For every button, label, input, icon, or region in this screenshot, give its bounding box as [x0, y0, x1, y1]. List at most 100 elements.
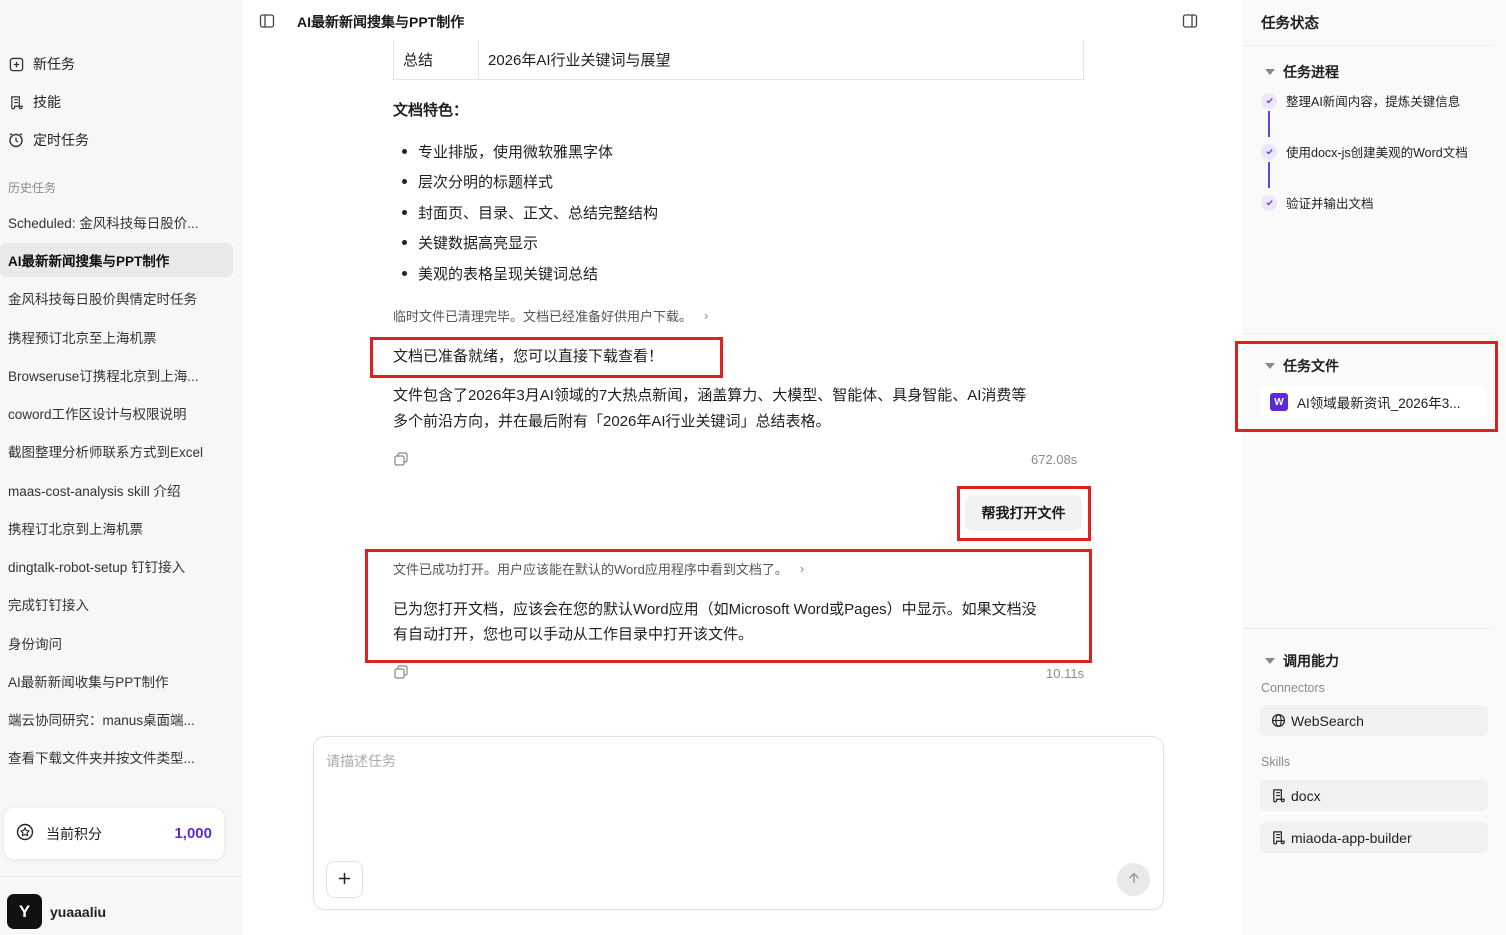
progress-step: 验证并输出文档 — [1261, 193, 1374, 212]
check-icon — [1261, 194, 1277, 211]
arrow-up-icon — [1127, 871, 1141, 888]
tool-output-text: 临时文件已清理完毕。文档已经准备好供用户下载。 — [393, 309, 693, 324]
description-line-1: 文件包含了2026年3月AI领域的7大热点新闻，涵盖算力、大模型、智能体、具身智… — [393, 387, 1027, 404]
scroll-icon — [1270, 830, 1286, 846]
plus-square-icon — [8, 56, 24, 72]
copy-icon[interactable] — [393, 664, 409, 680]
add-attachment-button[interactable] — [326, 861, 363, 898]
history-item[interactable]: AI最新新闻收集与PPT制作 — [0, 664, 233, 698]
task-input[interactable] — [326, 751, 1146, 851]
history-item-active[interactable]: AI最新新闻搜集与PPT制作 — [0, 243, 233, 277]
progress-step: 整理AI新闻内容，提炼关键信息 — [1261, 91, 1460, 110]
panel-title: 任务状态 — [1261, 16, 1319, 32]
features-heading: 文档特色： — [393, 102, 469, 119]
skill-docx[interactable]: docx — [1260, 780, 1488, 811]
points-card[interactable]: 当前积分 1,000 — [4, 808, 224, 859]
divider — [1243, 45, 1493, 46]
list-item: 封面页、目录、正文、总结完整结构 — [402, 197, 658, 228]
tool-output-1[interactable]: 临时文件已清理完毕。文档已经准备好供用户下载。 › — [393, 306, 708, 325]
history-item[interactable]: maas-cost-analysis skill 介绍 — [0, 473, 233, 507]
history-item[interactable]: 完成钉钉接入 — [0, 587, 233, 621]
chevron-down-icon — [1265, 658, 1275, 664]
connector-websearch[interactable]: WebSearch — [1260, 705, 1488, 736]
summary-table-row: 总结 2026年AI行业关键词与展望 — [393, 40, 1084, 80]
skills-label: Skills — [1261, 755, 1291, 769]
history-item[interactable]: Browseruse订携程北京到上海... — [0, 358, 233, 392]
history-item[interactable]: 查看下载文件夹并按文件类型... — [0, 740, 233, 774]
step-connector — [1268, 162, 1270, 188]
points-icon — [16, 823, 34, 844]
history-item[interactable]: 携程订北京到上海机票 — [0, 511, 233, 545]
divider — [1243, 628, 1493, 629]
copy-icon[interactable] — [393, 451, 409, 467]
scheduled-tasks-button[interactable]: 定时任务 — [8, 128, 89, 152]
step-label: 验证并输出文档 — [1286, 197, 1374, 211]
ready-message: 文档已准备就绪，您可以直接下载查看！ — [393, 348, 664, 365]
response-duration: 10.11s — [1046, 666, 1085, 681]
skills-label: 技能 — [33, 94, 61, 110]
progress-title: 任务进程 — [1283, 64, 1339, 80]
skills-button[interactable]: 技能 — [8, 90, 61, 114]
files-title: 任务文件 — [1283, 358, 1339, 374]
chevron-right-icon: › — [799, 561, 805, 576]
step-label: 使用docx-js创建美观的Word文档 — [1286, 146, 1468, 160]
list-item: 专业排版，使用微软雅黑字体 — [402, 136, 658, 167]
skill-miaoda-app-builder[interactable]: miaoda-app-builder — [1260, 822, 1488, 853]
send-button[interactable] — [1117, 863, 1150, 896]
capabilities-section-toggle[interactable]: 调用能力 — [1265, 651, 1339, 671]
history-item[interactable]: coword工作区设计与权限说明 — [0, 396, 233, 430]
features-list: 专业排版，使用微软雅黑字体 层次分明的标题样式 封面页、目录、正文、总结完整结构… — [402, 136, 658, 289]
table-cell-key: 总结 — [394, 40, 479, 79]
tool-output-2[interactable]: 文件已成功打开。用户应该能在默认的Word应用程序中看到文档了。 › — [393, 559, 804, 578]
history-item[interactable]: 金风科技每日股价舆情定时任务 — [0, 281, 233, 315]
history-item[interactable]: dingtalk-robot-setup 钉钉接入 — [0, 549, 233, 583]
list-item: 层次分明的标题样式 — [402, 167, 658, 198]
globe-icon — [1270, 713, 1286, 729]
task-file-item[interactable]: W AI领域最新资讯_2026年3... — [1260, 386, 1487, 418]
progress-section-toggle[interactable]: 任务进程 — [1265, 62, 1339, 82]
history-item[interactable]: 截图整理分析师联系方式到Excel — [0, 434, 233, 468]
points-value: 1,000 — [174, 825, 212, 842]
sidebar-divider — [0, 876, 242, 877]
reply-line-1: 已为您打开文档，应该会在您的默认Word应用（如Microsoft Word或P… — [393, 601, 1037, 618]
clock-icon — [8, 132, 24, 148]
scheduled-tasks-label: 定时任务 — [33, 132, 89, 148]
tool-output-text: 文件已成功打开。用户应该能在默认的Word应用程序中看到文档了。 — [393, 562, 788, 577]
history-item[interactable]: 携程预订北京至上海机票 — [0, 320, 233, 354]
word-file-icon: W — [1270, 393, 1288, 411]
composer — [313, 736, 1164, 910]
right-panel-toggle-icon[interactable] — [1182, 13, 1198, 29]
chevron-down-icon — [1265, 363, 1275, 369]
list-item: 美观的表格呈现关键词总结 — [402, 258, 658, 289]
check-icon — [1261, 143, 1277, 160]
chevron-right-icon: › — [704, 308, 709, 323]
check-icon — [1261, 92, 1277, 109]
points-label: 当前积分 — [46, 825, 102, 842]
plus-icon — [337, 871, 352, 889]
main-content: AI最新新闻搜集与PPT制作 总结 2026年AI行业关键词与展望 文档特色： … — [242, 0, 1236, 935]
table-cell-value: 2026年AI行业关键词与展望 — [488, 52, 671, 69]
sidebar: 新任务 技能 定时任务 历史任务 Scheduled: 金风科技每日股价... … — [0, 0, 242, 935]
sidebar-toggle-icon[interactable] — [259, 13, 275, 29]
new-task-label: 新任务 — [33, 56, 75, 72]
new-task-button[interactable]: 新任务 — [8, 52, 75, 76]
step-label: 整理AI新闻内容，提炼关键信息 — [1286, 95, 1461, 109]
progress-step: 使用docx-js创建美观的Word文档 — [1261, 142, 1468, 161]
page-title: AI最新新闻搜集与PPT制作 — [297, 14, 465, 30]
history-item[interactable]: 身份询问 — [0, 626, 233, 660]
scroll-icon — [1270, 788, 1286, 804]
divider — [1243, 333, 1493, 334]
task-status-panel: 任务状态 任务进程 整理AI新闻内容，提炼关键信息 使用docx-js创建美观的… — [1235, 0, 1506, 935]
scroll-icon — [8, 94, 24, 110]
user-profile[interactable]: Y yuaaaliu — [7, 894, 106, 929]
chevron-down-icon — [1265, 69, 1275, 75]
connector-label: WebSearch — [1291, 712, 1364, 729]
files-section-toggle[interactable]: 任务文件 — [1265, 356, 1339, 376]
list-item: 关键数据高亮显示 — [402, 228, 658, 259]
user-message-bubble: 帮我打开文件 — [965, 495, 1082, 531]
capabilities-title: 调用能力 — [1283, 653, 1339, 669]
history-item[interactable]: Scheduled: 金风科技每日股价... — [0, 205, 233, 239]
history-item[interactable]: 端云协同研究：manus桌面端... — [0, 702, 233, 736]
connectors-label: Connectors — [1261, 681, 1325, 695]
avatar: Y — [7, 894, 42, 929]
